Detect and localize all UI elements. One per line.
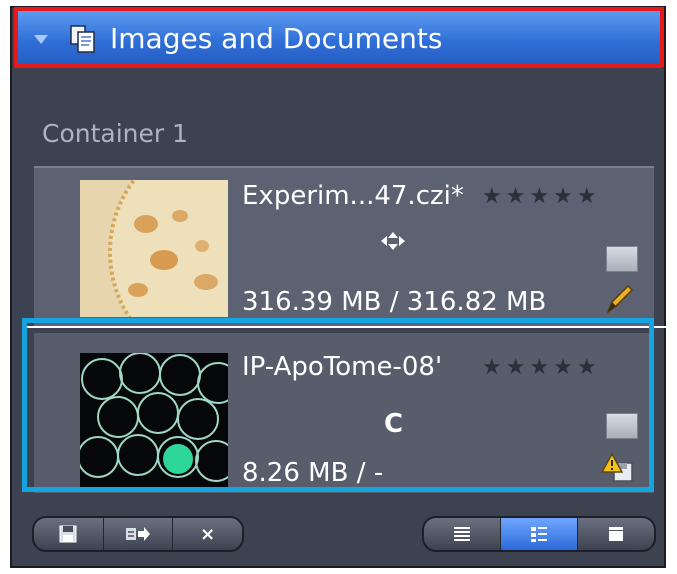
channel-swatch[interactable] bbox=[606, 413, 638, 439]
rating-stars[interactable]: ★★★★★ bbox=[482, 355, 601, 380]
warning-save-icon[interactable] bbox=[600, 451, 636, 485]
channel-swatch[interactable] bbox=[606, 246, 638, 272]
document-item[interactable]: Experim...47.czi* ★★★★★ 316.39 MB / 316.… bbox=[34, 166, 654, 326]
gallery-view-button[interactable] bbox=[578, 518, 654, 550]
collapse-triangle-icon[interactable] bbox=[34, 35, 48, 44]
list-view-icon bbox=[454, 527, 470, 541]
bottom-toolbar: × bbox=[14, 506, 662, 564]
detail-view-icon bbox=[531, 527, 547, 542]
container-label: Container 1 bbox=[42, 119, 189, 148]
multi-position-icon bbox=[381, 232, 405, 250]
item-divider bbox=[24, 326, 676, 328]
rating-stars[interactable]: ★★★★★ bbox=[482, 184, 601, 209]
tissue-section-thumbnail bbox=[80, 180, 228, 317]
documents-icon bbox=[70, 25, 95, 53]
channel-label: C bbox=[384, 409, 404, 439]
save-button[interactable] bbox=[34, 518, 104, 550]
panel-header[interactable]: Images and Documents bbox=[14, 10, 662, 68]
cell-fluorescence-thumbnail bbox=[80, 353, 228, 490]
file-size: 8.26 MB / - bbox=[242, 458, 384, 488]
export-button[interactable] bbox=[104, 518, 174, 550]
gallery-view-icon bbox=[609, 527, 623, 541]
close-icon: × bbox=[200, 523, 216, 545]
detail-view-button[interactable] bbox=[501, 518, 578, 550]
images-documents-panel: Images and Documents Container 1 Experim… bbox=[10, 6, 676, 568]
export-icon bbox=[126, 527, 150, 541]
close-button[interactable]: × bbox=[173, 518, 242, 550]
document-item[interactable]: IP-ApoTome-08' ★★★★★ C 8.26 MB / - bbox=[34, 333, 654, 493]
save-icon bbox=[59, 525, 77, 543]
panel-title: Images and Documents bbox=[110, 22, 443, 55]
view-mode-group bbox=[422, 516, 656, 552]
edit-pencil-icon[interactable] bbox=[600, 282, 636, 316]
list-view-button[interactable] bbox=[424, 518, 501, 550]
document-name: IP-ApoTome-08' bbox=[242, 352, 443, 382]
file-actions-group: × bbox=[32, 516, 244, 552]
document-name: Experim...47.czi* bbox=[242, 181, 464, 211]
file-size: 316.39 MB / 316.82 MB bbox=[242, 287, 547, 317]
